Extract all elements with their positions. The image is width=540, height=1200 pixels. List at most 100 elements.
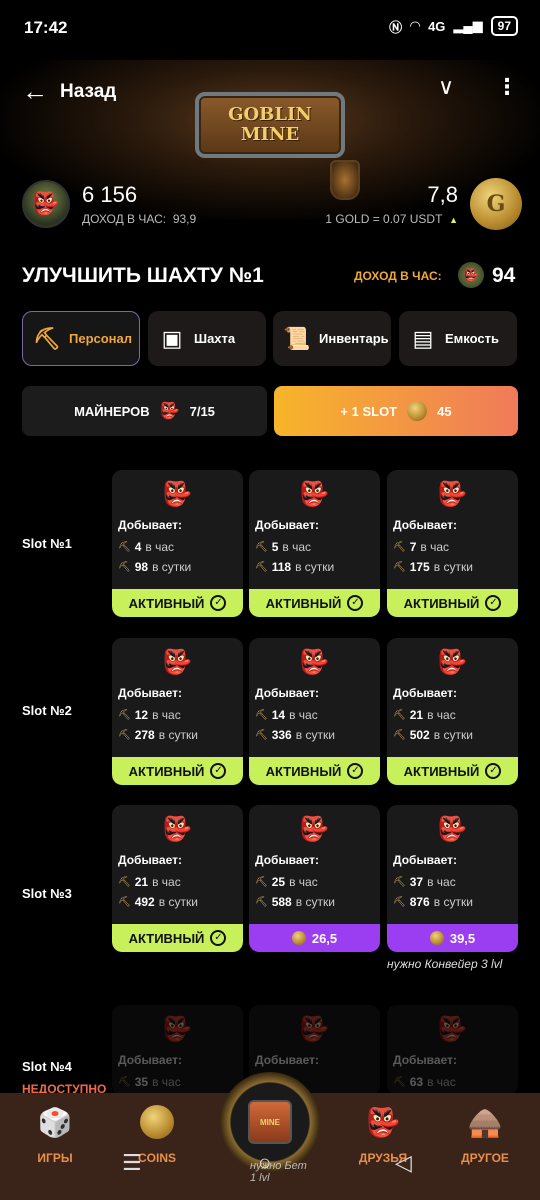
active-status-button[interactable]: АКТИВНЫЙ ✓ <box>112 589 243 617</box>
per-hour: ⛏ 7 в час <box>393 540 449 554</box>
hour-unit: в час <box>152 708 181 722</box>
miner-card[interactable]: 👺 Добывает: ⛏ 37 в час ⛏ 876 в сутки 39,5 <box>387 805 518 952</box>
back-button[interactable]: ← Назад <box>22 76 116 107</box>
gold-coin-icon[interactable]: G <box>470 178 522 230</box>
system-menu-icon[interactable]: ☰ <box>122 1150 142 1176</box>
coin-icon <box>429 931 444 945</box>
active-status-button[interactable]: АКТИВНЫЙ ✓ <box>387 589 518 617</box>
goblin-miner-icon: 👺 <box>162 481 192 508</box>
slot-label: Slot №2 <box>22 703 72 718</box>
miner-card[interactable]: 👺 Добывает: ⛏ 4 в час ⛏ 98 в сутки АКТИВНЫЙ ✓ <box>112 470 243 617</box>
miner-card[interactable]: 👺 Добывает: ⛏ 5 в час ⛏ 118 в сутки АКТИВНЫЙ… <box>249 470 380 617</box>
nav-games[interactable]: 🎲 ИГРЫ <box>10 1105 100 1165</box>
active-status-button[interactable]: АКТИВНЫЙ ✓ <box>387 757 518 785</box>
day-value: 876 <box>409 895 430 909</box>
status-icons: Ⓝ ◠ 4G ▂▄▆ 97 <box>389 16 518 36</box>
buy-miner-button[interactable]: 26,5 <box>249 924 380 952</box>
tab-inventory[interactable]: 📜 Инвентарь <box>273 311 391 366</box>
logo-line2: MINE <box>240 124 300 145</box>
hour-unit: в час <box>427 1075 456 1089</box>
avatar[interactable]: 👺 <box>22 180 70 228</box>
hour-value: 4 <box>134 540 142 554</box>
hour-unit: в час <box>145 540 175 554</box>
day-value: 588 <box>271 895 292 909</box>
active-status-button[interactable]: АКТИВНЫЙ ✓ <box>112 924 243 952</box>
day-unit: в сутки <box>433 895 473 909</box>
nav-friends[interactable]: 👺 ДРУЗЬЯ <box>338 1105 428 1165</box>
active-status-button[interactable]: АКТИВНЫЙ ✓ <box>249 589 380 617</box>
pickaxe-icon: ⛏ <box>393 561 406 573</box>
hour-value: 5 <box>271 540 279 554</box>
safe-icon: ▤ <box>412 325 434 351</box>
signal-icon: ▂▄▆ <box>453 18 483 33</box>
miner-card[interactable]: 👺 Добывает: ⛏ 14 в час ⛏ 336 в сутки АКТИВНЫ… <box>249 638 380 785</box>
check-icon: ✓ <box>210 930 227 946</box>
miner-card[interactable]: 👺 Добывает: ⛏ 7 в час ⛏ 175 в сутки АКТИВНЫЙ… <box>387 470 518 617</box>
hour-value: 14 <box>271 708 286 722</box>
goblin-icon: 👺 <box>159 403 180 420</box>
rate-text: 1 GOLD = 0.07 USDT <box>325 212 443 226</box>
status-label: АКТИВНЫЙ <box>265 595 342 611</box>
tab-mine[interactable]: ▣ Шахта <box>148 311 266 366</box>
price-label: 26,5 <box>311 930 338 946</box>
more-options-icon[interactable]: ⋮ <box>496 74 518 100</box>
income-per-hour: ДОХОД В ЧАС: 93,9 <box>82 212 196 226</box>
pickaxe-icon: ⛏ <box>33 325 61 351</box>
mines-label: Добывает: <box>393 1053 457 1067</box>
per-hour: ⛏ 21 в час <box>118 875 181 889</box>
per-hour: ⛏ 21 в час <box>393 708 456 722</box>
mines-label: Добывает: <box>118 518 182 532</box>
per-hour: ⛏ 12 в час <box>118 708 181 722</box>
price-label: 39,5 <box>449 930 476 946</box>
mines-label: Добывает: <box>393 853 457 867</box>
tab-label: Шахта <box>194 331 236 346</box>
check-icon: ✓ <box>347 763 364 779</box>
mine-income-value: 94 <box>492 264 516 287</box>
hour-value: 7 <box>409 540 417 554</box>
per-hour: ⛏ 35 в час <box>118 1075 181 1089</box>
tab-personnel[interactable]: ⛏ Персонал <box>22 311 140 366</box>
day-value: 336 <box>271 728 292 742</box>
miner-card[interactable]: 👺 Добывает: ⛏ 12 в час ⛏ 278 в сутки АКТИВНЫ… <box>112 638 243 785</box>
per-day: ⛏ 118 в сутки <box>255 560 334 574</box>
goblin-miner-icon: 👺 <box>437 481 467 508</box>
active-status-button[interactable]: АКТИВНЫЙ ✓ <box>249 757 380 785</box>
status-label: АКТИВНЫЙ <box>403 595 480 611</box>
status-label: АКТИВНЫЙ <box>265 763 342 779</box>
day-value: 98 <box>134 560 149 574</box>
miners-count: 7/15 <box>189 403 215 419</box>
nav-other[interactable]: 🛖 ДРУГОЕ <box>440 1105 530 1165</box>
miner-card[interactable]: 👺 Добывает: ⛏ 21 в час ⛏ 502 в сутки АКТИВНЫ… <box>387 638 518 785</box>
mine-income-label: ДОХОД В ЧАС: <box>354 269 442 283</box>
pickaxe-icon: ⛏ <box>255 541 268 553</box>
day-unit: в сутки <box>295 728 335 742</box>
miners-label: МАЙНЕРОВ <box>74 403 150 419</box>
mines-label: Добывает: <box>255 1053 319 1067</box>
goblin-icon: 👺 <box>458 262 484 288</box>
system-back-icon[interactable]: ◁ <box>395 1150 412 1176</box>
buy-miner-button[interactable]: 39,5 <box>387 924 518 952</box>
miner-card[interactable]: 👺 Добывает: ⛏ 21 в час ⛏ 492 в сутки АКТИВНЫ… <box>112 805 243 952</box>
goblins-icon: 👺 <box>365 1107 401 1138</box>
mine-cart-icon: ▣ <box>161 325 183 351</box>
miner-card[interactable]: 👺 Добывает: ⛏ 25 в час ⛏ 588 в сутки 26,5 <box>249 805 380 952</box>
active-status-button[interactable]: АКТИВНЫЙ ✓ <box>112 757 243 785</box>
per-hour: ⛏ 37 в час <box>393 875 456 889</box>
add-slot-label: + 1 SLOT <box>340 403 398 419</box>
per-day: ⛏ 336 в сутки <box>255 728 335 742</box>
chevron-down-icon[interactable]: ∨ <box>438 74 454 100</box>
pickaxe-icon: ⛏ <box>118 1076 131 1088</box>
check-icon: ✓ <box>210 763 227 779</box>
add-slot-button[interactable]: + 1 SLOT 45 <box>274 386 518 436</box>
hour-unit: в час <box>282 540 312 554</box>
per-day: ⛏ 175 в сутки <box>393 560 473 574</box>
tab-capacity[interactable]: ▤ Емкость <box>399 311 517 366</box>
status-label: АКТИВНЫЙ <box>403 763 480 779</box>
gold-rate: 1 GOLD = 0.07 USDT ▲ <box>325 212 458 226</box>
mines-label: Добывает: <box>255 518 319 532</box>
goblin-miner-icon: 👺 <box>299 816 329 843</box>
check-icon: ✓ <box>485 763 502 779</box>
system-home-icon[interactable]: ○ <box>258 1150 271 1176</box>
status-label: АКТИВНЫЙ <box>128 763 205 779</box>
hour-unit: в час <box>420 540 450 554</box>
